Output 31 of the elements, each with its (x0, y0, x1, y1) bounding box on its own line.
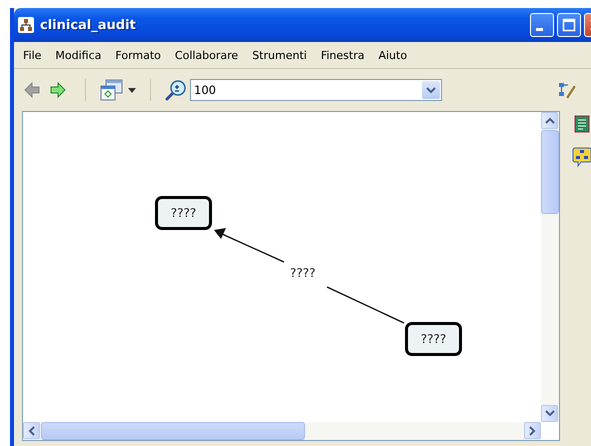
chevron-right-icon[interactable] (529, 426, 536, 436)
concept-node[interactable]: ???? (155, 196, 212, 230)
chevron-down-icon[interactable] (544, 410, 554, 417)
zoom-icon[interactable] (165, 79, 187, 101)
document-icon[interactable] (573, 115, 591, 133)
map-tools-icon[interactable] (558, 81, 576, 99)
chevron-left-icon[interactable] (28, 426, 35, 436)
app-icon (18, 17, 34, 33)
menu-item[interactable]: Formato (108, 48, 168, 62)
chat-diagram-icon[interactable] (572, 147, 591, 167)
vertical-scrollbar[interactable] (541, 112, 559, 422)
windows-icon[interactable] (100, 79, 124, 101)
menu-item[interactable]: Modifica (48, 48, 108, 62)
menu-item[interactable]: Aiuto (371, 48, 414, 62)
window-title: clinical_audit (40, 18, 136, 32)
menu-item[interactable]: Strumenti (245, 48, 314, 62)
menu-item[interactable]: Collaborare (168, 48, 246, 62)
menu-item[interactable]: Finestra (314, 48, 372, 62)
concept-node[interactable]: ???? (405, 322, 462, 356)
chevron-down-icon[interactable] (426, 86, 436, 94)
maximize-button[interactable] (557, 13, 581, 37)
minimize-icon (536, 28, 542, 31)
link-arrow (214, 228, 284, 263)
horizontal-scrollbar[interactable] (23, 422, 541, 440)
chevron-up-icon[interactable] (544, 117, 554, 124)
forward-arrow-icon[interactable] (50, 82, 66, 98)
menu-item[interactable]: File (16, 48, 48, 62)
zoom-field[interactable]: 100 (190, 79, 442, 101)
minimize-button[interactable] (530, 13, 554, 37)
caret-icon[interactable] (128, 88, 136, 92)
link-label[interactable]: ???? (288, 266, 318, 280)
